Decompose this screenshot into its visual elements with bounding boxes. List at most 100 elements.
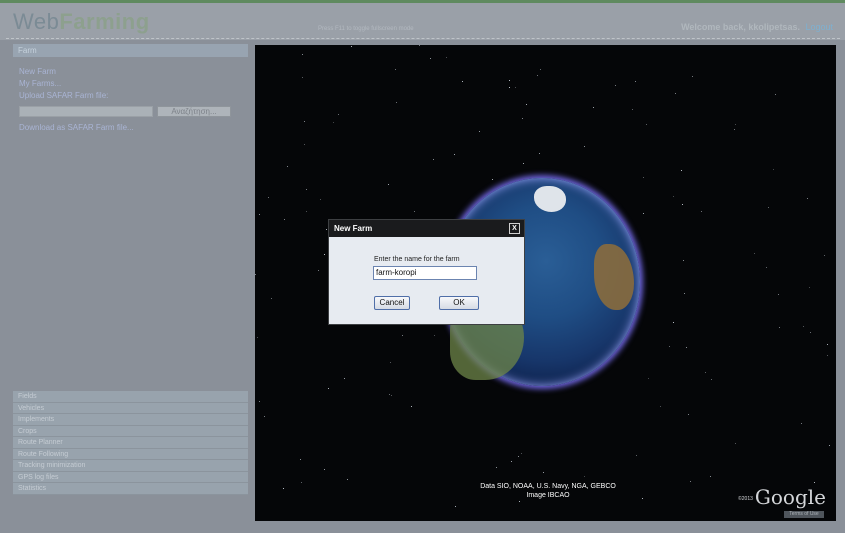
star [419,45,420,46]
star [287,166,288,167]
star [300,459,301,460]
star [807,198,808,199]
star [686,347,687,348]
category-gps-log-files[interactable]: GPS log files [13,471,248,483]
star [388,184,389,185]
star [675,93,676,94]
file-path-input[interactable] [19,106,153,117]
star [684,293,685,294]
star [521,453,522,454]
star [701,211,702,212]
star [338,114,339,115]
browse-button[interactable]: Αναζήτηση... [157,106,231,117]
header-divider [6,38,840,39]
welcome-area: Welcome back, kkolipetsas. Logout [681,22,833,32]
dialog-titlebar: New Farm X [329,220,524,237]
new-farm-dialog: New Farm X Enter the name for the farm f… [328,219,525,325]
star [526,104,527,105]
category-fields[interactable]: Fields [13,391,248,403]
app-logo: WebFarming [13,9,150,34]
star [735,124,736,125]
category-implements[interactable]: Implements [13,414,248,426]
star [829,445,830,446]
star [306,211,307,212]
star [681,170,682,171]
star [257,337,258,338]
menu-my-farms[interactable]: My Farms... [19,78,108,89]
google-year: ©2013 [738,495,753,502]
star [523,163,524,164]
star [584,146,585,147]
category-route-planner[interactable]: Route Planner [13,437,248,449]
terms-link[interactable]: Terms of Use [784,511,824,518]
star [446,57,447,58]
star [255,274,256,275]
star [301,482,302,483]
star [827,355,828,356]
star [734,129,735,130]
star [539,153,540,154]
farm-name-prompt: Enter the name for the farm [374,256,460,263]
star [395,69,396,70]
star [673,196,674,197]
star [635,81,636,82]
star [283,488,284,489]
logout-link[interactable]: Logout [805,22,833,32]
category-route-following[interactable]: Route Following [13,448,248,460]
star [648,378,649,379]
star [710,476,711,477]
star [768,207,769,208]
cancel-button[interactable]: Cancel [374,296,410,310]
star [304,144,305,145]
star [683,260,684,261]
star [537,75,538,76]
close-icon[interactable]: X [509,223,520,234]
panel-header-farm[interactable]: Farm [13,44,248,57]
star [827,344,828,345]
star [593,107,594,108]
star [347,479,348,480]
star [773,169,774,170]
star [660,406,661,407]
star [711,379,712,380]
star [584,476,585,477]
top-bar: WebFarming Press F11 to toggle fullscree… [0,0,845,40]
fullscreen-hint: Press F11 to toggle fullscreen mode [318,26,414,32]
farm-name-input[interactable]: farm-koropi [373,266,477,280]
dialog-title: New Farm [334,224,373,233]
star [402,335,403,336]
category-vehicles[interactable]: Vehicles [13,402,248,414]
download-link[interactable]: Download as SAFAR Farm file... [19,123,134,132]
ok-button[interactable]: OK [439,296,479,310]
star [632,109,633,110]
star [259,214,260,215]
category-crops[interactable]: Crops [13,425,248,437]
star [509,87,510,88]
star [511,461,512,462]
farm-menu: New Farm My Farms... Upload SAFAR Farm f… [19,66,108,102]
star [509,80,510,81]
star [735,443,736,444]
star [642,498,643,499]
star [414,211,415,212]
star [690,481,691,482]
star [302,77,303,78]
star [390,362,391,363]
star [389,394,390,395]
star [814,482,815,483]
star [324,469,325,470]
star [271,298,272,299]
star [430,58,431,59]
star [518,456,519,457]
star [775,94,776,95]
star [462,81,463,82]
star [801,423,802,424]
category-tracking-minimization[interactable]: Tracking minimization [13,460,248,472]
category-statistics[interactable]: Statistics [13,483,248,495]
category-list: Fields Vehicles Implements Crops Route P… [13,391,248,495]
star [434,335,435,336]
menu-new-farm[interactable]: New Farm [19,66,108,77]
google-wordmark: Google [754,485,826,509]
star [766,267,767,268]
star [396,102,397,103]
